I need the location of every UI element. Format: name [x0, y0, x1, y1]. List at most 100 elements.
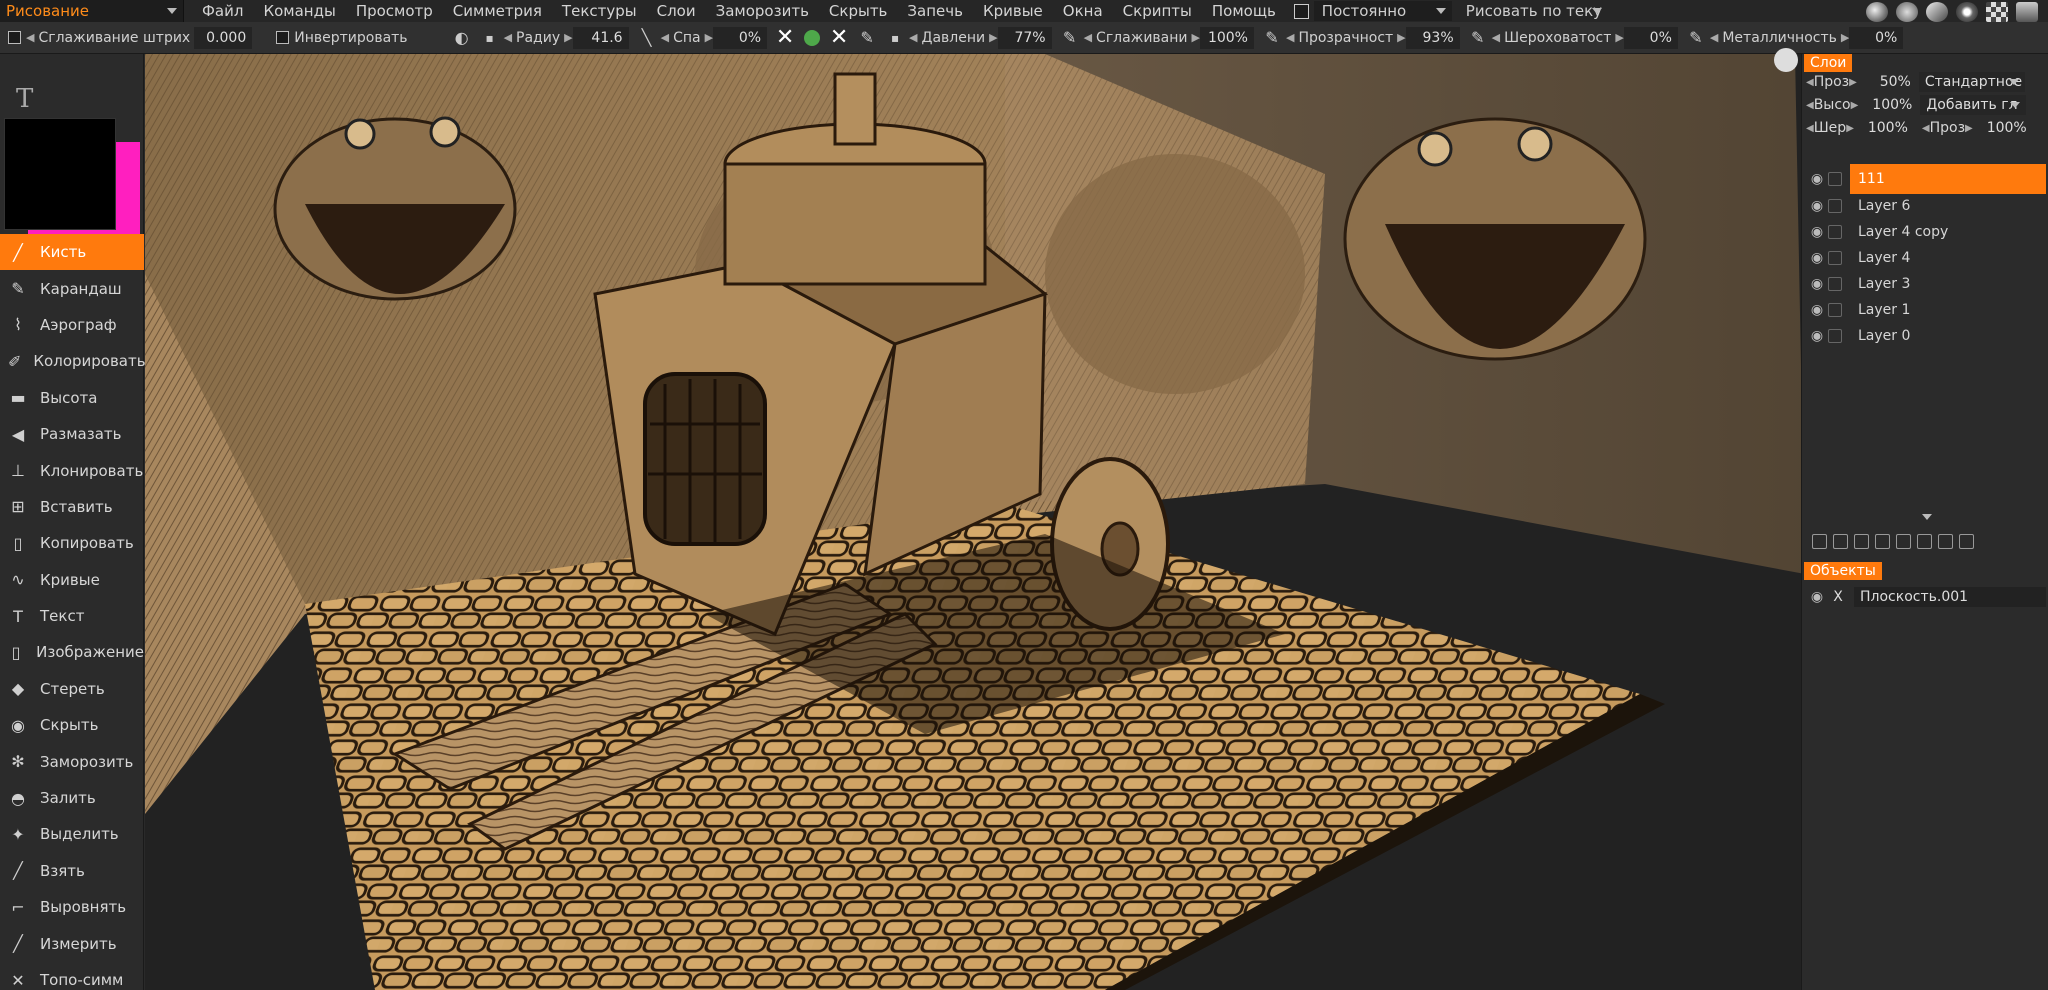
menu-item[interactable]: Текстуры	[552, 0, 647, 22]
metalness-field[interactable]: ◀ Металличность ▶ 0%	[1710, 26, 1904, 50]
invert-checkbox[interactable]	[276, 31, 290, 44]
move-down-icon[interactable]	[1917, 534, 1932, 549]
lock-icon[interactable]	[1828, 303, 1842, 317]
menu-item[interactable]: Запечь	[897, 0, 973, 22]
camera-icon[interactable]	[1774, 48, 1798, 72]
pen-icon[interactable]: ✎	[1687, 28, 1705, 47]
tool-select[interactable]: ✦ Выделить	[0, 816, 144, 852]
green-dot-icon[interactable]	[804, 29, 821, 46]
chevron-down-icon[interactable]	[1922, 514, 1932, 520]
layer-rough-value[interactable]: 100%	[1860, 120, 1908, 136]
object-row[interactable]: ◉ X Плоскость.001	[1806, 586, 2046, 608]
brush-stroke-icon[interactable]	[1926, 2, 1948, 22]
layer-row[interactable]: ◉ Layer 0	[1806, 321, 2046, 351]
close-icon[interactable]: ✕	[775, 26, 795, 48]
tool-flatten[interactable]: ⌐ Выровнять	[0, 889, 144, 925]
gear-material-icon[interactable]	[1896, 2, 1918, 22]
menu-item[interactable]: Скрипты	[1113, 0, 1202, 22]
eye-icon[interactable]: ◉	[1806, 302, 1828, 318]
scene-render[interactable]	[145, 54, 1801, 990]
smooth-stroke-checkbox[interactable]	[8, 31, 21, 44]
tool-pencil[interactable]: ✎ Карандаш	[0, 270, 144, 306]
layer-opacity-field[interactable]: ◀ Проз ▶ 50%	[1806, 72, 1911, 92]
menu-item[interactable]: Кривые	[973, 0, 1053, 22]
height-mode-dropdown[interactable]: Добавить гл	[1920, 95, 2027, 115]
copy-layer-icon[interactable]	[1938, 534, 1953, 549]
close-icon[interactable]: ✕	[829, 26, 849, 48]
new-layer-icon[interactable]	[1812, 534, 1827, 549]
tool-airbrush[interactable]: ⌇ Аэрограф	[0, 307, 144, 343]
tool-picker[interactable]: ╱ Взять	[0, 853, 144, 889]
metalness-value[interactable]: 0%	[1849, 26, 1904, 49]
menu-item[interactable]: Помощь	[1202, 0, 1286, 22]
menu-item[interactable]: Скрыть	[819, 0, 897, 22]
radius-value[interactable]: 41.6	[572, 26, 629, 49]
roughness-value[interactable]: 0%	[1623, 26, 1678, 49]
menu-item[interactable]: Файл	[192, 0, 253, 22]
tab-objects[interactable]: Объекты	[1804, 562, 1882, 580]
tool-image[interactable]: ▯ Изображение	[0, 634, 144, 670]
sphere-material-icon[interactable]	[1866, 2, 1888, 22]
lock-icon[interactable]: ▪	[886, 29, 904, 47]
smoothing-value[interactable]: 100%	[1199, 26, 1254, 49]
eye-icon[interactable]: ◉	[1806, 250, 1828, 266]
menu-item[interactable]: Симметрия	[443, 0, 552, 22]
tool-eraser[interactable]: ◆ Стереть	[0, 671, 144, 707]
text-tool-icon[interactable]: T	[16, 84, 33, 114]
object-name[interactable]: Плоскость.001	[1854, 587, 2046, 607]
lock-icon[interactable]	[1828, 251, 1842, 265]
smooth-stroke-value[interactable]: 0.000	[194, 26, 253, 49]
eye-icon[interactable]: ◉	[1806, 328, 1828, 344]
tool-smudge[interactable]: ◀ Размазать	[0, 416, 144, 452]
menu-item[interactable]: Команды	[253, 0, 345, 22]
eye-icon[interactable]: ◉	[1806, 198, 1828, 214]
layer-name[interactable]: Layer 0	[1850, 321, 2046, 351]
opacity-value[interactable]: 93%	[1405, 26, 1460, 49]
pen-icon[interactable]: ✎	[858, 28, 876, 47]
tool-freeze[interactable]: ✻ Заморозить	[0, 743, 144, 779]
new-folder-icon[interactable]	[1833, 534, 1848, 549]
tool-height[interactable]: ▬ Высота	[0, 380, 144, 416]
room-selector[interactable]: Рисование	[0, 0, 184, 22]
tool-brush[interactable]: ╱ Кисть	[0, 234, 144, 271]
checkbox[interactable]	[1293, 3, 1309, 19]
pressure-field[interactable]: ◀ Давлени ▶ 77%	[909, 26, 1052, 50]
delete-icon[interactable]	[1959, 534, 1974, 549]
layer-rough-field[interactable]: ◀ Шер ▶ 100%	[1806, 118, 1908, 138]
spiral-icon[interactable]	[1956, 2, 1978, 22]
lock-icon[interactable]	[1828, 199, 1842, 213]
layer-transp-value[interactable]: 100%	[1979, 120, 2027, 136]
tool-colorize[interactable]: ✐ Колорировать	[0, 343, 146, 379]
smoothing-field[interactable]: ◀ Сглаживани ▶ 100%	[1084, 26, 1254, 50]
layer-height-value[interactable]: 100%	[1864, 97, 1912, 113]
tool-insert[interactable]: ⊞ Вставить	[0, 489, 144, 525]
blend-mode-dropdown[interactable]: Стандартное	[1918, 72, 2025, 92]
tab-layers[interactable]: Слои	[1804, 54, 1853, 72]
alpha-icon[interactable]	[2016, 2, 2038, 22]
viewport-3d[interactable]	[145, 54, 1801, 990]
layer-row[interactable]: ◉ 111	[1806, 164, 2046, 194]
close-icon[interactable]: X	[1828, 589, 1848, 605]
move-up-icon[interactable]	[1896, 534, 1911, 549]
layer-name[interactable]: 111	[1850, 164, 2046, 194]
constant-dropdown[interactable]: Постоянно	[1313, 1, 1452, 21]
lock-icon[interactable]	[1828, 277, 1842, 291]
pressure-value[interactable]: 77%	[997, 26, 1052, 49]
merge-down-icon[interactable]	[1854, 534, 1869, 549]
mouse-icon[interactable]: ◐	[453, 28, 471, 47]
tool-clone[interactable]: ⊥ Клонировать	[0, 452, 144, 488]
tool-curves[interactable]: ∿ Кривые	[0, 562, 144, 598]
falloff-field[interactable]: ◀ Спа ▶ 0%	[661, 26, 768, 50]
lock-icon[interactable]	[1828, 329, 1842, 343]
pen-icon[interactable]: ✎	[1263, 28, 1281, 47]
layer-height-field[interactable]: ◀ Высо ▶ 100%	[1806, 95, 1912, 115]
menu-item[interactable]: Слои	[647, 0, 706, 22]
constant-toggle[interactable]	[1293, 3, 1314, 19]
lock-icon[interactable]	[1828, 225, 1842, 239]
radius-field[interactable]: ◀ Радиу ▶ 41.6	[504, 26, 629, 50]
lock-icon[interactable]: ▪	[481, 29, 499, 47]
checker-icon[interactable]	[1986, 2, 2008, 22]
falloff-value[interactable]: 0%	[713, 26, 768, 49]
smooth-stroke-field[interactable]: ◀ Сглаживание штрих 0.000	[26, 26, 253, 50]
pen-icon[interactable]: ✎	[1469, 28, 1487, 47]
